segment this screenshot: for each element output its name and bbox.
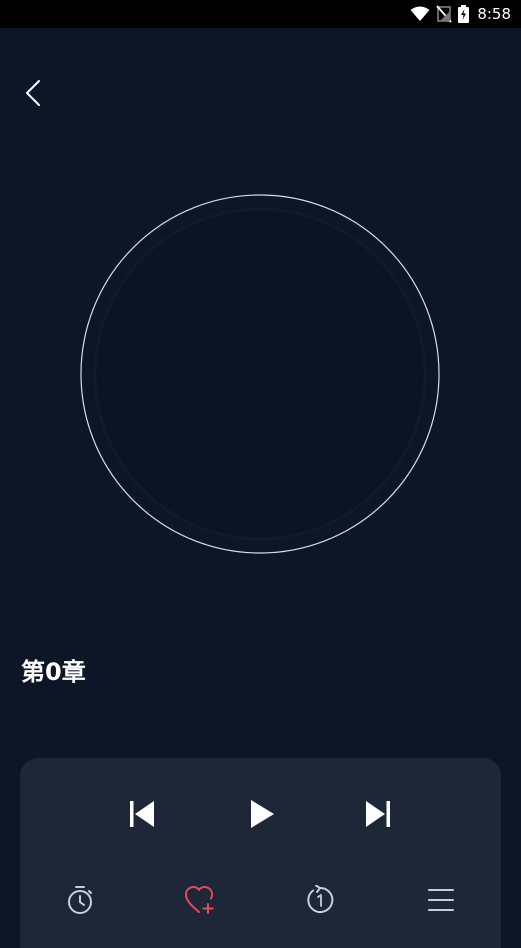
wifi-icon	[410, 6, 430, 22]
timer-icon	[66, 885, 94, 919]
heart-add-icon	[184, 885, 216, 919]
replay-button[interactable]	[302, 884, 338, 920]
status-icons: 8:58	[410, 0, 511, 28]
no-signal-icon	[436, 5, 452, 23]
chapter-title: 第0章	[21, 658, 86, 686]
timer-button[interactable]	[62, 884, 98, 920]
album-cover-disc	[80, 194, 440, 554]
play-button[interactable]	[242, 794, 282, 838]
status-time: 8:58	[477, 5, 511, 23]
playlist-icon	[427, 887, 455, 917]
back-button[interactable]	[18, 78, 48, 112]
player-screen: 第0章	[0, 28, 521, 948]
battery-charging-icon	[458, 5, 470, 23]
favorite-button[interactable]	[182, 884, 218, 920]
playlist-button[interactable]	[423, 884, 459, 920]
play-icon	[249, 799, 275, 833]
previous-button[interactable]	[124, 796, 160, 836]
replay-1-icon	[305, 884, 335, 919]
control-panel	[20, 758, 501, 948]
chevron-left-icon	[25, 79, 41, 111]
next-button[interactable]	[360, 796, 396, 836]
skip-next-icon	[365, 800, 391, 832]
status-bar: 8:58	[0, 0, 521, 28]
skip-previous-icon	[129, 800, 155, 832]
